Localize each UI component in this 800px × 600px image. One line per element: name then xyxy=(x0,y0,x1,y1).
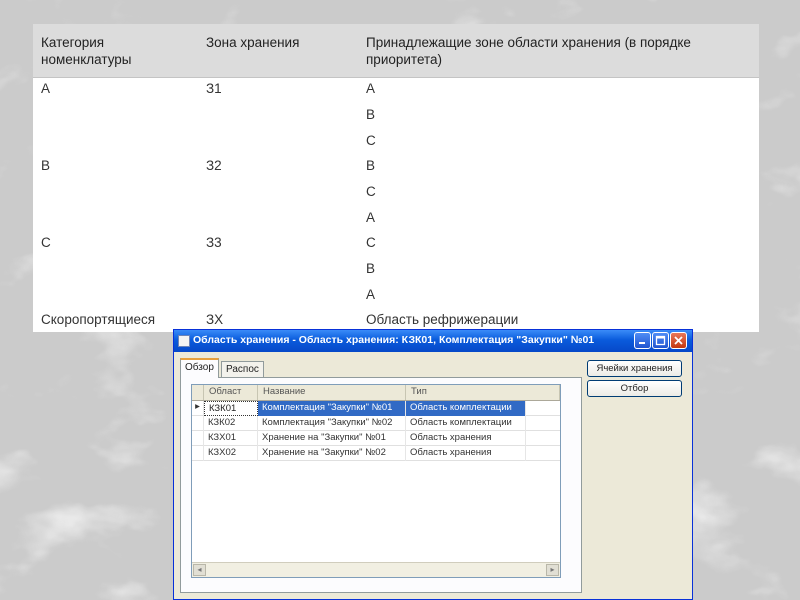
nomenclature-zones-table: Категория номенклатуры Зона хранения При… xyxy=(33,24,759,332)
row-indicator-icon: ▸ xyxy=(192,401,204,416)
storage-cells-button[interactable]: Ячейки хранения xyxy=(587,360,682,377)
row-category: C xyxy=(41,235,51,250)
tab-overview-label: Обзор xyxy=(185,362,214,373)
grid-header: Област Название Тип xyxy=(192,385,560,401)
column-name[interactable]: Название xyxy=(258,385,406,400)
cell-type[interactable]: Область хранения xyxy=(406,446,526,461)
row-category: B xyxy=(41,158,51,173)
table-header: Категория номенклатуры Зона хранения При… xyxy=(33,24,759,78)
close-icon xyxy=(674,336,683,345)
row-area: C xyxy=(366,133,376,148)
tab-placement-label: Распос xyxy=(226,364,259,375)
table-row[interactable]: КЗХ01 Хранение на "Закупки" №01 Область … xyxy=(192,431,560,446)
maximize-icon xyxy=(655,335,666,346)
tab-placement[interactable]: Распос xyxy=(221,361,264,378)
cell-name[interactable]: Хранение на "Закупки" №02 xyxy=(258,446,406,461)
cell-code[interactable]: КЗХ01 xyxy=(204,431,258,446)
row-area: C xyxy=(366,184,376,199)
row-area: B xyxy=(366,158,376,173)
cell-name[interactable]: Комплектация "Закупки" №02 xyxy=(258,416,406,431)
cell-name[interactable]: Комплектация "Закупки" №01 xyxy=(258,401,406,416)
header-category: Категория номенклатуры xyxy=(41,35,132,67)
overview-panel: Област Название Тип ▸ КЗК01 Комплектация… xyxy=(180,377,582,593)
table-row[interactable]: ▸ КЗК01 Комплектация "Закупки" №01 Облас… xyxy=(192,401,560,416)
window-icon xyxy=(178,335,190,347)
scroll-left-icon[interactable]: ◂ xyxy=(193,564,206,576)
row-area: A xyxy=(366,210,376,225)
row-area: C xyxy=(366,235,376,250)
maximize-button[interactable] xyxy=(652,332,669,349)
row-area: A xyxy=(366,81,376,96)
cell-type[interactable]: Область хранения xyxy=(406,431,526,446)
cell-code[interactable]: КЗК01 xyxy=(204,401,258,416)
horizontal-scrollbar[interactable]: ◂ ▸ xyxy=(192,562,560,577)
row-indicator-icon xyxy=(192,416,204,431)
minimize-button[interactable] xyxy=(634,332,651,349)
row-area: A xyxy=(366,287,376,302)
cell-name[interactable]: Хранение на "Закупки" №01 xyxy=(258,431,406,446)
row-category: Скоропортящиеся xyxy=(41,312,156,327)
row-indicator-icon xyxy=(192,431,204,446)
table-row[interactable]: КЗХ02 Хранение на "Закупки" №02 Область … xyxy=(192,446,560,461)
row-area: B xyxy=(366,107,376,122)
filter-button[interactable]: Отбор xyxy=(587,380,682,397)
row-zone: З1 xyxy=(206,81,222,96)
table-row[interactable]: КЗК02 Комплектация "Закупки" №02 Область… xyxy=(192,416,560,431)
window-title: Область хранения - Область хранения: КЗК… xyxy=(193,334,595,346)
title-bar[interactable]: Область хранения - Область хранения: КЗК… xyxy=(174,330,692,352)
minimize-icon xyxy=(639,342,645,344)
close-button[interactable] xyxy=(670,332,687,349)
row-area: Область рефрижерации xyxy=(366,312,519,327)
row-indicator-icon xyxy=(192,446,204,461)
column-type[interactable]: Тип xyxy=(406,385,560,400)
cell-type[interactable]: Область комплектации xyxy=(406,401,526,416)
cell-type[interactable]: Область комплектации xyxy=(406,416,526,431)
tab-overview[interactable]: Обзор xyxy=(180,358,219,378)
row-category: A xyxy=(41,81,51,96)
row-zone: З3 xyxy=(206,235,222,250)
scroll-right-icon[interactable]: ▸ xyxy=(546,564,559,576)
storage-area-window: Область хранения - Область хранения: КЗК… xyxy=(173,329,693,600)
header-areas: Принадлежащие зоне области хранения (в п… xyxy=(366,35,691,67)
column-code[interactable]: Област xyxy=(204,385,258,400)
row-area: B xyxy=(366,261,376,276)
cell-code[interactable]: КЗХ02 xyxy=(204,446,258,461)
row-zone: З2 xyxy=(206,158,222,173)
row-zone: ЗХ xyxy=(206,312,224,327)
cell-code[interactable]: КЗК02 xyxy=(204,416,258,431)
grid-corner xyxy=(192,385,204,400)
storage-areas-grid: Област Название Тип ▸ КЗК01 Комплектация… xyxy=(191,384,561,578)
header-zone: Зона хранения xyxy=(206,35,300,50)
